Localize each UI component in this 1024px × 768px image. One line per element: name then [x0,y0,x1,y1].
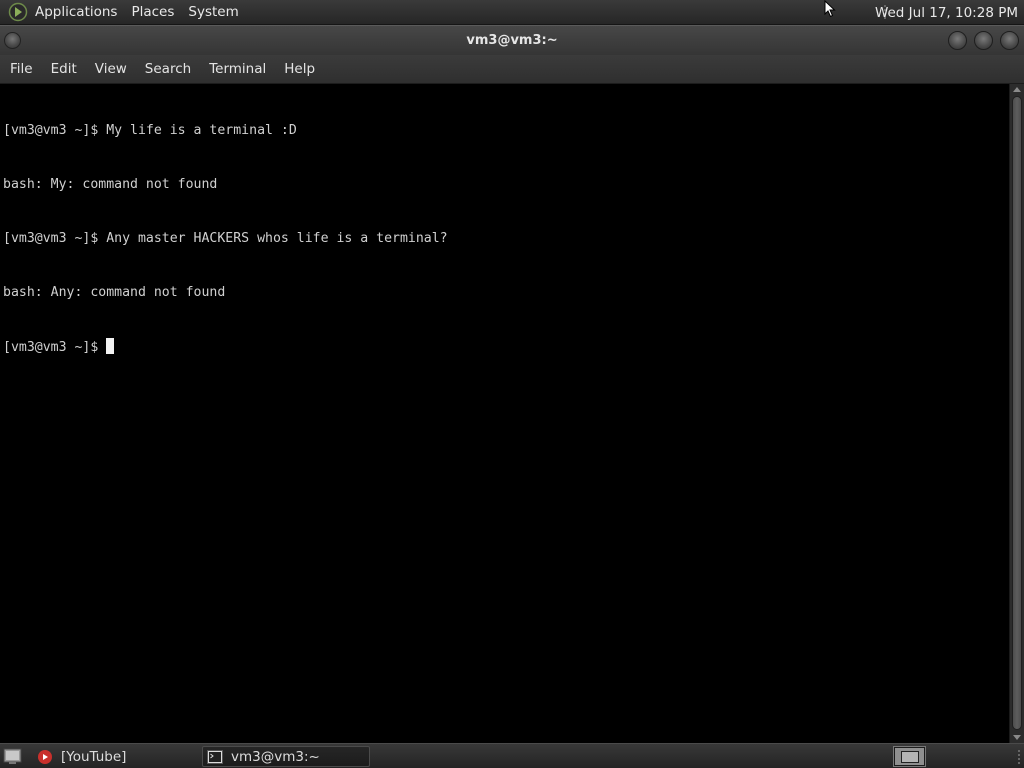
scroll-up-arrow-icon[interactable] [1013,87,1021,92]
text-cursor [106,338,115,354]
scroll-down-arrow-icon[interactable] [1013,735,1021,740]
menu-search[interactable]: Search [139,57,197,81]
places-menu[interactable]: Places [124,0,181,25]
terminal-menubar: File Edit View Search Terminal Help [0,55,1024,84]
window-titlebar[interactable]: vm3@vm3:~ [0,25,1024,55]
close-button[interactable] [1000,31,1019,50]
workspace-switcher[interactable] [893,746,926,767]
top-panel: Applications Places System Wed Jul 17, 1… [0,0,1024,25]
mouse-pointer-icon [824,0,836,18]
terminal-screen[interactable]: [vm3@vm3 ~]$ My life is a terminal :D ba… [0,84,1009,743]
window-title: vm3@vm3:~ [466,33,558,48]
workspace-1[interactable] [895,748,924,765]
maximize-button[interactable] [974,31,993,50]
taskbar-item-label: vm3@vm3:~ [231,748,320,765]
menu-file[interactable]: File [4,57,39,81]
applications-menu[interactable]: Applications [28,0,124,25]
terminal-prompt-line[interactable]: [vm3@vm3 ~]$ [3,338,1009,356]
menu-view[interactable]: View [89,57,133,81]
taskbar-item-label: [YouTube] [61,748,127,765]
taskbar-separator [1018,749,1020,764]
terminal-line: bash: My: command not found [3,177,218,192]
terminal-line: [vm3@vm3 ~]$ My life is a terminal :D [3,123,297,138]
terminal-scrollbar[interactable] [1009,84,1024,743]
menu-edit[interactable]: Edit [45,57,83,81]
terminal-prompt: [vm3@vm3 ~]$ [3,340,107,355]
gnome-foot-icon[interactable] [8,2,28,22]
scrollbar-thumb[interactable] [1012,96,1022,730]
taskbar-item-terminal[interactable]: vm3@vm3:~ [202,746,370,767]
terminal-line: bash: Any: command not found [3,285,226,300]
workspace-window-thumbnail [901,751,919,763]
youtube-icon [38,749,52,764]
taskbar-item-youtube[interactable]: [YouTube] [33,746,198,767]
menu-help[interactable]: Help [278,57,321,81]
clock[interactable]: Wed Jul 17, 10:28 PM [873,0,1020,25]
bottom-taskbar: [YouTube] vm3@vm3:~ [0,743,1024,768]
minimize-button[interactable] [948,31,967,50]
terminal-line: [vm3@vm3 ~]$ Any master HACKERS whos lif… [3,231,448,246]
system-menu[interactable]: System [181,0,245,25]
show-desktop-icon[interactable] [3,747,22,765]
menu-terminal[interactable]: Terminal [203,57,272,81]
terminal-icon [207,749,223,764]
